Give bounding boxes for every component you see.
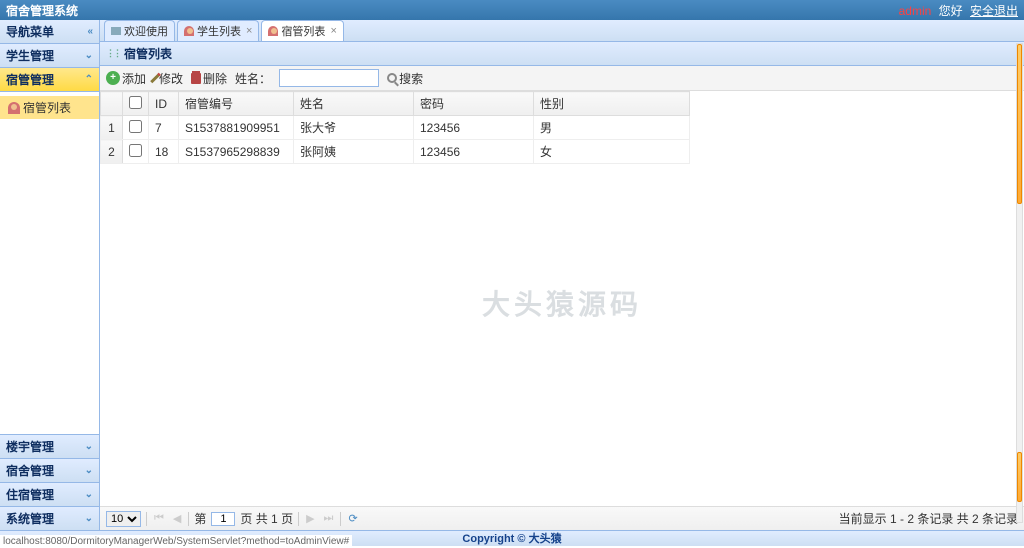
chevron-up-icon: ⌃ [85,74,93,85]
name-search-input[interactable] [279,69,379,87]
cell-password: 123456 [414,116,534,140]
main-area: 欢迎使用 学生列表 × 宿管列表 × 宿管列表 +添加 修改 删除 姓名： 搜索 [100,20,1024,530]
name-label: 姓名： [235,70,271,87]
greeting-text: 您好 [939,4,963,18]
plus-icon: + [106,71,120,85]
row-checkbox[interactable] [129,144,142,157]
panel-title: 宿管列表 [100,42,1024,66]
user-icon [268,26,278,36]
page-first-button[interactable]: ⏮ [152,512,166,525]
col-checkbox [123,92,149,116]
chevron-down-icon: ⌄ [85,489,93,500]
sidebar-item-student[interactable]: 学生管理⌄ [0,44,99,68]
cell-id: 7 [149,116,179,140]
sidebar-item-building[interactable]: 楼宇管理⌄ [0,434,99,458]
col-rownum [101,92,123,116]
page-last-button[interactable]: ⏭ [322,512,336,525]
sidebar-item-system[interactable]: 系统管理⌄ [0,506,99,530]
cell-number: S1537881909951 [179,116,294,140]
page-prev-button[interactable]: ◀ [171,512,183,525]
col-gender[interactable]: 性别 [534,92,690,116]
page-next-button[interactable]: ▶ [304,512,316,525]
page-size-select[interactable]: 10 [106,511,141,527]
chevron-down-icon: ⌄ [85,513,93,524]
edit-button[interactable]: 修改 [154,70,183,87]
table-row[interactable]: 2 18S1537965298839张阿姨123456女 [101,140,690,164]
sidebar-item-residence[interactable]: 住宿管理⌄ [0,482,99,506]
nav-title: 导航菜单 « [0,20,99,44]
sidebar-item-dormmanager[interactable]: 宿管管理⌃ [0,68,99,92]
current-user: admin [899,4,932,18]
cell-name: 张大爷 [294,116,414,140]
delete-button[interactable]: 删除 [191,70,227,87]
close-icon[interactable]: × [246,25,252,37]
status-bar-url: localhost:8080/DormitoryManagerWeb/Syste… [0,535,352,548]
page-number-input[interactable] [211,512,235,526]
pagination-bar: 10 ⏮ ◀ 第 页 共 1 页 ▶ ⏭ ⟳ 当前显示 1 - 2 条记录 共 … [100,506,1024,530]
chevron-down-icon: ⌄ [85,465,93,476]
tab-student-list[interactable]: 学生列表 × [177,20,259,41]
refresh-button[interactable]: ⟳ [346,512,359,525]
page-prefix: 第 [194,510,206,527]
row-index: 2 [101,140,123,164]
chevron-down-icon: ⌄ [85,441,93,452]
tab-bar: 欢迎使用 学生列表 × 宿管列表 × [100,20,1024,42]
scrollbar[interactable] [1016,43,1023,523]
tab-welcome[interactable]: 欢迎使用 [104,20,175,41]
col-name[interactable]: 姓名 [294,92,414,116]
search-button[interactable]: 搜索 [387,70,423,87]
data-grid: ID 宿管编号 姓名 密码 性别 1 7S1537881909951张大爷1234… [100,91,1024,506]
logout-link[interactable]: 安全退出 [970,4,1018,18]
page-suffix: 页 共 1 页 [240,510,293,527]
sidebar: 导航菜单 « 学生管理⌄ 宿管管理⌃ 宿管列表 楼宇管理⌄ 宿舍管 [0,20,100,530]
cell-gender: 女 [534,140,690,164]
col-password[interactable]: 密码 [414,92,534,116]
col-id[interactable]: ID [149,92,179,116]
trash-icon [191,73,201,84]
cell-name: 张阿姨 [294,140,414,164]
app-header: 宿舍管理系统 admin 您好 安全退出 [0,0,1024,20]
user-icon [184,26,194,36]
close-icon[interactable]: × [330,25,336,37]
toolbar: +添加 修改 删除 姓名： 搜索 [100,66,1024,91]
add-button[interactable]: +添加 [106,70,146,87]
tab-dormmanager-list[interactable]: 宿管列表 × [261,20,343,41]
table-row[interactable]: 1 7S1537881909951张大爷123456男 [101,116,690,140]
chevron-down-icon: ⌄ [85,50,93,61]
row-index: 1 [101,116,123,140]
cell-id: 18 [149,140,179,164]
user-icon [8,102,20,114]
collapse-icon[interactable]: « [87,26,93,37]
watermark: 大头猿源码 [482,283,642,323]
cell-number: S1537965298839 [179,140,294,164]
select-all-checkbox[interactable] [129,96,142,109]
app-title: 宿舍管理系统 [6,2,899,19]
search-icon [387,73,397,83]
pagination-info: 当前显示 1 - 2 条记录 共 2 条记录 [839,510,1018,527]
home-icon [111,27,121,35]
row-checkbox[interactable] [129,120,142,133]
col-number[interactable]: 宿管编号 [179,92,294,116]
cell-password: 123456 [414,140,534,164]
tree-item-dormmanager-list[interactable]: 宿管列表 [0,96,99,119]
sidebar-item-dormroom[interactable]: 宿舍管理⌄ [0,458,99,482]
cell-gender: 男 [534,116,690,140]
